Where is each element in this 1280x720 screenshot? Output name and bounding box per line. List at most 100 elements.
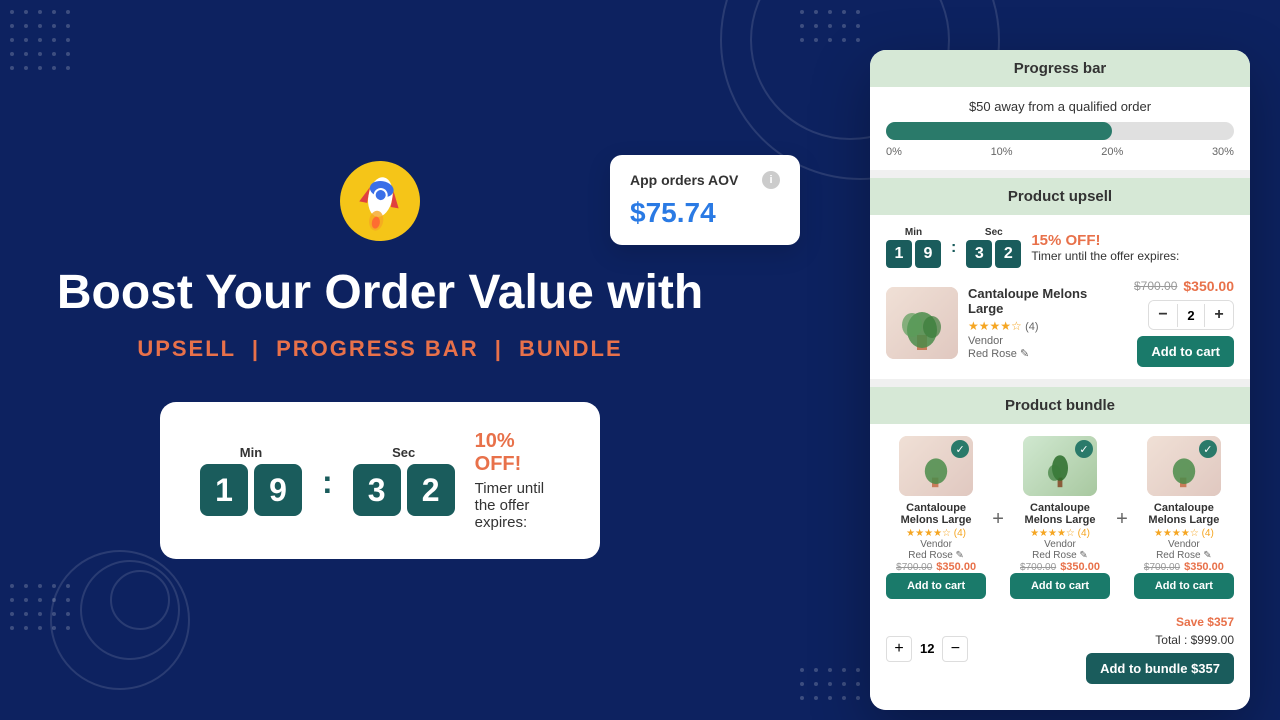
progress-text: $50 away from a qualified order [886,99,1234,114]
bundle-check-3: ✓ [1199,440,1217,458]
upsell-timer-row: Min 1 9 : Sec 3 2 15% OFF! Timer until t… [886,227,1234,268]
product-upsell-header: Product upsell [870,178,1250,215]
price-row: $700.00 $350.00 [1134,278,1234,294]
bundle-price-orig-2: $700.00 [1020,562,1056,573]
bundle-price-sale-2: $350.00 [1060,561,1100,573]
bundle-price-orig-3: $700.00 [1144,562,1180,573]
qty-decrease-button[interactable]: − [1149,301,1177,329]
bundle-add-btn-3[interactable]: Add to cart [1134,573,1234,599]
bundle-price-sale-3: $350.00 [1184,561,1224,573]
bundle-total-text: Total : $999.00 [1155,633,1234,647]
dot-grid-top-right [800,10,860,52]
product-image [886,287,958,359]
sec-digits: 3 2 [353,464,455,516]
min-group: Min 1 9 [200,445,302,516]
upsell-section: Min 1 9 : Sec 3 2 15% OFF! Timer until t… [870,215,1250,379]
add-to-bundle-button[interactable]: Add to bundle $357 [1086,653,1234,684]
upsell-sec-group: Sec 3 2 [966,227,1021,268]
product-thumbnail [886,287,958,359]
bundle-plus-1: + [992,508,1004,531]
upsell-discount-desc: Timer until the offer expires: [1031,249,1179,263]
dot-grid-bottom-right [800,668,860,710]
product-bundle-header: Product bundle [870,387,1250,424]
aov-value: $75.74 [630,197,780,229]
bundle-thumb-3: ✓ [1147,436,1221,496]
bundle-check-2: ✓ [1075,440,1093,458]
product-info: Cantaloupe Melons Large ★★★★☆ (4) Vendor… [968,286,1124,360]
upsell-sec-digits: 3 2 [966,240,1021,268]
upsell-min-digits: 1 9 [886,240,941,268]
sec-digit-1: 3 [353,464,401,516]
bundle-vendor-label-3: Vendor [1168,539,1200,550]
bundle-qty-increase-button[interactable]: + [886,636,912,662]
bundle-price-row-2: $700.00 $350.00 [1020,561,1100,573]
bundle-qty-decrease-button[interactable]: − [942,636,968,662]
left-timer-desc: Timer until the offer expires: [475,480,560,531]
bundle-stars-3: ★★★★☆ (4) [1154,528,1214,539]
sec-digit-2: 2 [407,464,455,516]
qty-increase-button[interactable]: + [1205,301,1233,329]
aov-header: App orders AOV i [630,171,780,189]
bundle-vendor-name-2: Red Rose ✎ [1032,550,1088,561]
bundle-thumb-2: ✓ [1023,436,1097,496]
upsell-product-row: Cantaloupe Melons Large ★★★★☆ (4) Vendor… [886,278,1234,367]
bundle-section: ✓ Cantaloupe Melons Large ★★★★☆ (4) Vend… [870,424,1250,710]
star-count: (4) [1025,321,1038,333]
timer-info: 10% OFF! Timer until the offer expires: [475,430,560,531]
bundle-product-name-3: Cantaloupe Melons Large [1134,502,1234,526]
bundle-price-row-3: $700.00 $350.00 [1144,561,1224,573]
bundle-thumb-1: ✓ [899,436,973,496]
progress-bar-section: $50 away from a qualified order 0% 10% 2… [870,87,1250,170]
bundle-vendor-name-1: Red Rose ✎ [908,550,964,561]
bundle-product-name-1: Cantaloupe Melons Large [886,502,986,526]
bundle-item-2: ✓ Cantaloupe Melons Large ★★★★☆ (4) Vend… [1010,436,1110,603]
upsell-sec-1: 3 [966,240,992,268]
rocket-icon [340,161,420,241]
bundle-price-row-1: $700.00 $350.00 [896,561,976,573]
upsell-sec-label: Sec [985,227,1003,238]
bundle-product-name-2: Cantaloupe Melons Large [1010,502,1110,526]
subtitle-bundle: BUNDLE [519,336,623,361]
bundle-stars-1: ★★★★☆ (4) [906,528,966,539]
progress-bar-container [886,122,1234,140]
bundle-qty-row: + 12 − [886,636,968,662]
upsell-discount-info: 15% OFF! Timer until the offer expires: [1031,232,1179,263]
progress-label-10: 10% [991,146,1013,158]
bundle-vendor-name-3: Red Rose ✎ [1156,550,1212,561]
bundle-save-info: Save $357 Total : $999.00 [1155,613,1234,649]
progress-bar-fill [886,122,1112,140]
bundle-footer: + 12 − Save $357 Total : $999.00 Add to … [886,613,1234,684]
bundle-check-1: ✓ [951,440,969,458]
bundle-price-orig-1: $700.00 [896,562,932,573]
section-sep-1 [870,170,1250,178]
product-stars: ★★★★☆ (4) [968,319,1124,333]
add-to-cart-button[interactable]: Add to cart [1137,336,1234,367]
subtitle-progress: PROGRESS BAR [276,336,478,361]
progress-label-20: 20% [1101,146,1123,158]
upsell-min-label: Min [905,227,922,238]
bundle-item-3: ✓ Cantaloupe Melons Large ★★★★☆ (4) Vend… [1134,436,1234,603]
sec-label: Sec [392,445,415,460]
progress-labels: 0% 10% 20% 30% [886,146,1234,158]
bundle-qty-value: 12 [920,641,934,656]
info-icon[interactable]: i [762,171,780,189]
min-label: Min [240,445,262,460]
bundle-vendor-label-2: Vendor [1044,539,1076,550]
min-digit-2: 9 [254,464,302,516]
bundle-vendor-label-1: Vendor [920,539,952,550]
aov-title: App orders AOV [630,172,738,188]
progress-label-30: 30% [1212,146,1234,158]
timer-colon: : [322,460,333,501]
upsell-min-2: 9 [915,240,941,268]
subtitle: UPSELL | PROGRESS BAR | BUNDLE [137,336,622,362]
bundle-price-sale-1: $350.00 [936,561,976,573]
bundle-add-btn-2[interactable]: Add to cart [1010,573,1110,599]
upsell-discount-pct: 15% OFF! [1031,232,1179,249]
upsell-colon: : [951,239,956,257]
sec-group: Sec 3 2 [353,445,455,516]
main-title: Boost Your Order Value with [57,265,703,320]
subtitle-upsell: UPSELL [137,336,235,361]
bundle-add-btn-1[interactable]: Add to cart [886,573,986,599]
vendor-label: Vendor [968,335,1124,347]
min-digits: 1 9 [200,464,302,516]
